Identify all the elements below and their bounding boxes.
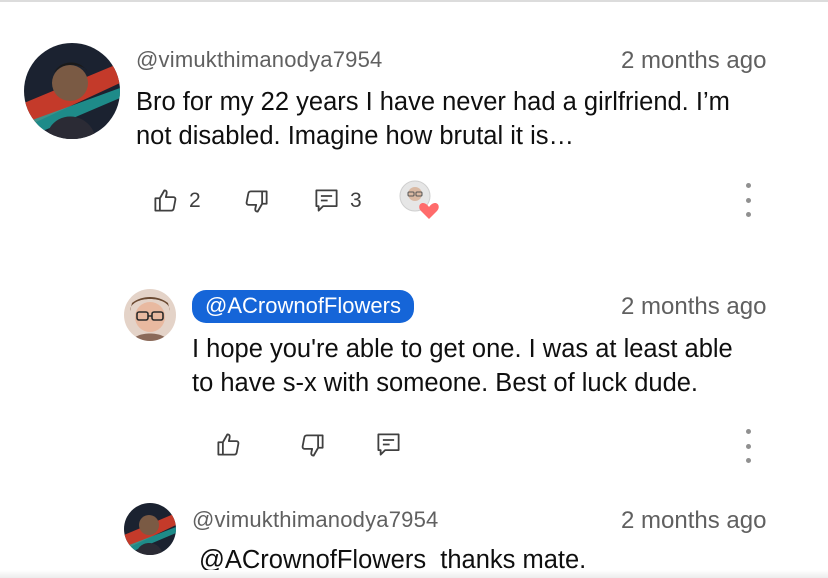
avatar[interactable] <box>24 43 120 139</box>
comment-icon <box>377 433 400 456</box>
comment-timestamp: 2 months ago <box>621 507 767 534</box>
comment-timestamp: 2 months ago <box>621 293 767 320</box>
comment-text: Bro for my 22 years I have never had a g… <box>136 85 730 153</box>
comment-text: I hope you're able to get one. I was at … <box>192 332 733 400</box>
thumb-down-icon <box>301 434 324 457</box>
avatar[interactable] <box>124 503 176 555</box>
reply-button[interactable] <box>375 431 402 458</box>
comment-author[interactable]: @vimukthimanodya7954 <box>136 47 382 73</box>
more-vert-icon[interactable] <box>744 429 752 463</box>
more-vert-icon[interactable] <box>744 183 752 217</box>
comment-timestamp: 2 months ago <box>621 47 767 74</box>
like-button[interactable]: 2 <box>152 187 201 214</box>
creator-avatar-heart-icon <box>399 180 439 219</box>
dislike-button[interactable] <box>299 432 326 459</box>
reply-count: 3 <box>350 188 362 212</box>
like-button[interactable] <box>215 431 242 458</box>
author-mention-chip[interactable]: @ACrownofFlowers <box>192 290 414 323</box>
thumb-down-icon <box>245 190 268 213</box>
comment-text-line: I hope you're able to get one. I was at … <box>192 335 733 363</box>
comment-text-line: not disabled. Imagine how brutal it is… <box>136 122 574 150</box>
dislike-button[interactable] <box>243 188 270 215</box>
like-count: 2 <box>189 188 201 212</box>
avatar-image <box>124 289 176 341</box>
comment-author[interactable]: @vimukthimanodya7954 <box>192 507 438 533</box>
avatar[interactable] <box>124 289 176 341</box>
reply-button[interactable]: 3 <box>313 187 362 214</box>
top-divider <box>0 0 828 2</box>
creator-heart <box>399 180 443 220</box>
avatar-image <box>124 503 176 555</box>
bottom-edge <box>0 570 828 578</box>
comment-text-line: Bro for my 22 years I have never had a g… <box>136 88 730 116</box>
comment-text-line: to have s-x with someone. Best of luck d… <box>192 369 699 397</box>
avatar-image <box>24 43 120 139</box>
thumb-up-icon <box>217 433 240 456</box>
thumb-up-icon <box>154 189 177 212</box>
comment-icon <box>315 189 338 212</box>
